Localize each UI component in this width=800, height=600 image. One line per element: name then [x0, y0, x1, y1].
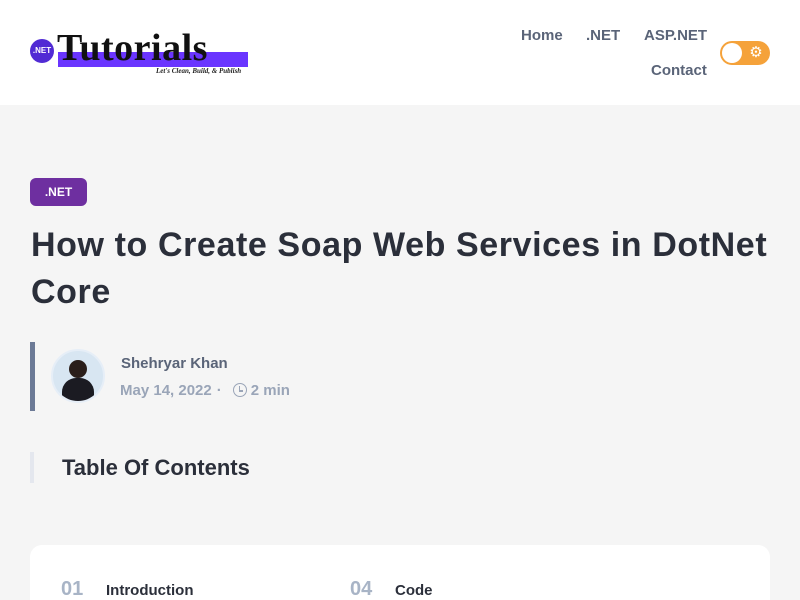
logo-wordmark: Tutorials: [57, 27, 208, 69]
toc-heading-block: Table Of Contents: [30, 452, 250, 483]
toggle-knob: [722, 43, 742, 63]
nav-item-home[interactable]: Home: [521, 27, 563, 45]
toc-item-label[interactable]: Code: [395, 582, 433, 599]
toc-item[interactable]: 01 Introduction: [61, 578, 193, 600]
category-badge[interactable]: .NET: [30, 178, 87, 206]
nav-item-contact[interactable]: Contact: [651, 62, 707, 80]
toc-item-label[interactable]: Introduction: [106, 582, 193, 599]
toc-card: 01 Introduction 04 Code: [30, 545, 770, 600]
site-header: .NET Tutorials Let's Clean, Build, & Pub…: [0, 0, 800, 105]
theme-toggle[interactable]: ⚙: [720, 41, 770, 65]
nav-link-contact[interactable]: Contact: [651, 62, 707, 79]
avatar-body-shape: [62, 378, 94, 401]
post-meta: May 14, 2022 · 2 min: [120, 382, 290, 399]
logo-tagline: Let's Clean, Build, & Publish: [156, 67, 242, 75]
nav-link-home[interactable]: Home: [521, 27, 563, 44]
author-name[interactable]: Shehryar Khan: [121, 355, 228, 372]
post-date: May 14, 2022: [120, 382, 212, 399]
clock-icon: [232, 383, 247, 397]
author-block: Shehryar Khan May 14, 2022 · 2 min: [30, 342, 430, 411]
toc-heading: Table Of Contents: [62, 455, 250, 480]
author-avatar[interactable]: [51, 349, 105, 403]
dotnet-logo-icon: .NET: [30, 39, 54, 63]
nav-item-aspnet[interactable]: ASP.NET: [644, 27, 707, 45]
toc-item[interactable]: 04 Code: [350, 578, 433, 600]
toc-item-number: 01: [61, 578, 84, 600]
toc-item-number: 04: [350, 578, 373, 600]
nav-item-dotnet[interactable]: .NET: [586, 27, 620, 45]
nav-link-aspnet[interactable]: ASP.NET: [644, 27, 707, 44]
avatar-head-shape: [69, 360, 87, 378]
site-logo[interactable]: .NET Tutorials Let's Clean, Build, & Pub…: [30, 27, 252, 78]
read-time: 2 min: [250, 382, 290, 399]
sun-icon: ⚙: [749, 44, 763, 61]
meta-separator: ·: [216, 382, 222, 399]
nav-link-dotnet[interactable]: .NET: [586, 27, 620, 44]
post-title: How to Create Soap Web Services in DotNe…: [31, 226, 768, 311]
